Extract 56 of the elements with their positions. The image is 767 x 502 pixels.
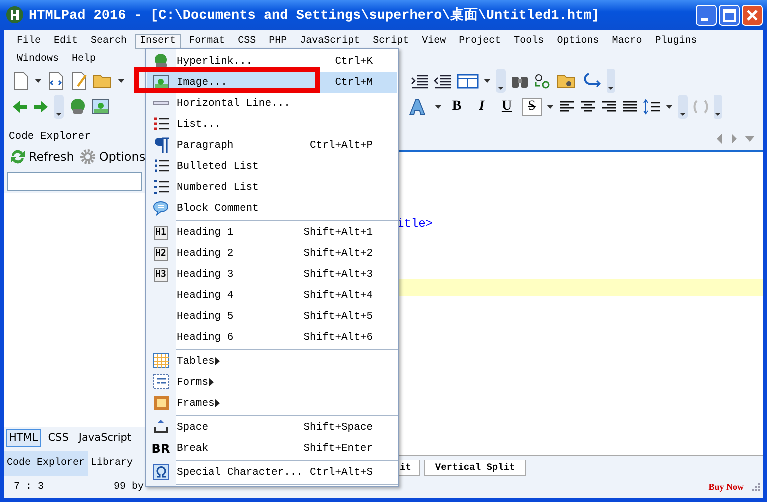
menu-item[interactable]: JavaScript — [295, 34, 366, 48]
panel-tab[interactable]: Code Explorer — [4, 451, 88, 476]
heading-icon: H2 — [154, 246, 168, 260]
menu-item[interactable]: Macro — [607, 34, 648, 48]
cursor-position: 7 : 3 — [14, 482, 44, 492]
menu-option[interactable]: H2 Heading 2 Shift+Alt+2 — [147, 243, 397, 264]
menu-option[interactable]: Heading 6 Shift+Alt+6 — [147, 327, 397, 348]
file-size: 99 by — [114, 482, 144, 492]
menu-option[interactable]: Block Comment — [147, 198, 397, 219]
menu-item[interactable]: Windows — [12, 52, 64, 66]
menu-option[interactable]: Hyperlink... Ctrl+K — [147, 51, 397, 72]
menu-option[interactable]: Tables — [147, 351, 397, 372]
menu-item[interactable]: Format — [184, 34, 230, 48]
format-button[interactable]: U — [497, 99, 517, 115]
language-tab[interactable]: CSS — [45, 429, 72, 447]
view-tab[interactable]: it — [397, 460, 420, 476]
break-icon: BR — [152, 442, 170, 456]
menu-option[interactable]: Special Character... Ctrl+Alt+S — [147, 462, 397, 483]
view-tab[interactable]: Vertical Split — [424, 460, 526, 476]
menu-option[interactable]: Heading 4 Shift+Alt+4 — [147, 285, 397, 306]
menu-option[interactable]: Bulleted List — [147, 156, 397, 177]
language-tab[interactable]: JavaScript — [76, 429, 135, 447]
menu-option[interactable]: Space Shift+Space — [147, 417, 397, 438]
menu-item[interactable]: Tools — [509, 34, 550, 48]
heading-icon: H3 — [154, 268, 168, 282]
menu-item[interactable]: Help — [67, 52, 102, 66]
menu-item[interactable]: Options — [552, 34, 604, 48]
menu-item[interactable]: Edit — [49, 34, 84, 48]
heading-icon: H1 — [154, 226, 168, 240]
format-button[interactable]: I — [472, 99, 492, 115]
window-title: HTMLPad 2016 - [C:\Documents and Settings\superhero\桌面\Untitled1.htm] — [29, 6, 600, 24]
menu-item[interactable]: CSS — [233, 34, 262, 48]
menu-item[interactable]: Search — [86, 34, 132, 48]
menu-item[interactable]: Script — [368, 34, 414, 48]
panel-tab[interactable]: Library — [88, 451, 136, 476]
code-text: itle> — [397, 217, 434, 231]
menu-item[interactable]: Insert — [135, 34, 182, 48]
menu-item[interactable]: View — [417, 34, 452, 48]
menu-option[interactable]: H3 Heading 3 Shift+Alt+3 — [147, 264, 397, 285]
menu-item[interactable]: Plugins — [650, 34, 702, 48]
menu-item[interactable]: Project — [454, 34, 506, 48]
menu-item[interactable]: PHP — [264, 34, 292, 48]
refresh-button[interactable]: Refresh — [8, 149, 76, 165]
menu-item[interactable]: File — [12, 34, 46, 48]
menu-option[interactable]: Heading 5 Shift+Alt+5 — [147, 306, 397, 327]
menu-option[interactable]: List... — [147, 114, 397, 135]
language-tab[interactable]: HTML — [6, 429, 42, 447]
menu-option[interactable]: Forms — [147, 372, 397, 393]
menu-option[interactable]: Frames — [147, 393, 397, 414]
menu-option[interactable]: H1 Heading 1 Shift+Alt+1 — [147, 222, 397, 243]
menu-option[interactable]: Numbered List — [147, 177, 397, 198]
panel-title: Code Explorer — [8, 130, 92, 145]
format-button[interactable]: S — [522, 98, 542, 116]
buy-now-link[interactable]: Buy Now — [708, 482, 744, 492]
menu-option[interactable]: Horizontal Line... — [147, 93, 397, 114]
format-button[interactable]: B — [447, 99, 467, 115]
